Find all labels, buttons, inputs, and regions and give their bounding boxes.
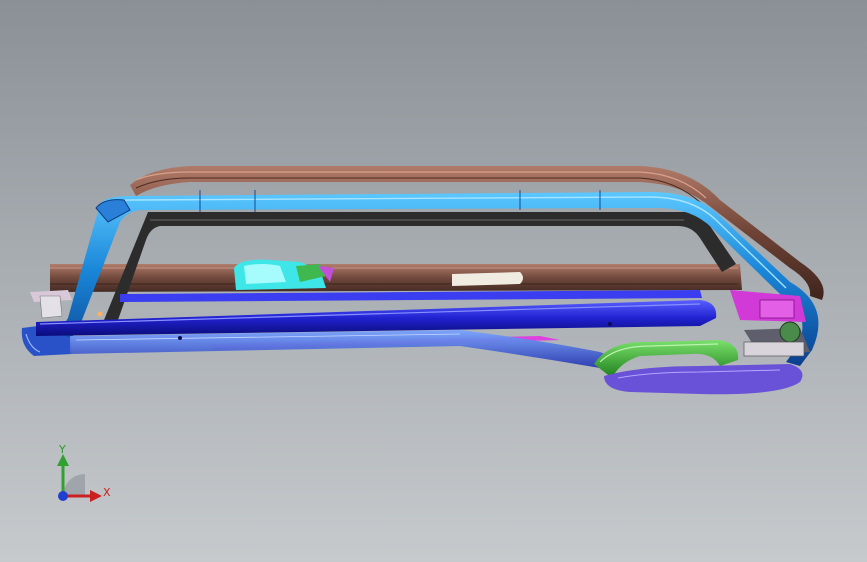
blue-rod	[36, 290, 717, 336]
cyan-bracket	[234, 259, 334, 290]
mid-rail	[50, 264, 742, 292]
lower-sweep	[70, 330, 620, 368]
right-mechanism	[730, 290, 810, 357]
x-axis-label: X	[103, 486, 111, 499]
cream-bar	[452, 272, 523, 286]
cad-model[interactable]	[0, 0, 867, 562]
y-axis-label: Y	[59, 443, 66, 456]
graphics-viewport[interactable]: X Y	[0, 0, 867, 562]
coordinate-triad: X Y	[40, 438, 130, 518]
z-axis-dot	[58, 491, 68, 501]
lower-shell	[604, 364, 803, 395]
